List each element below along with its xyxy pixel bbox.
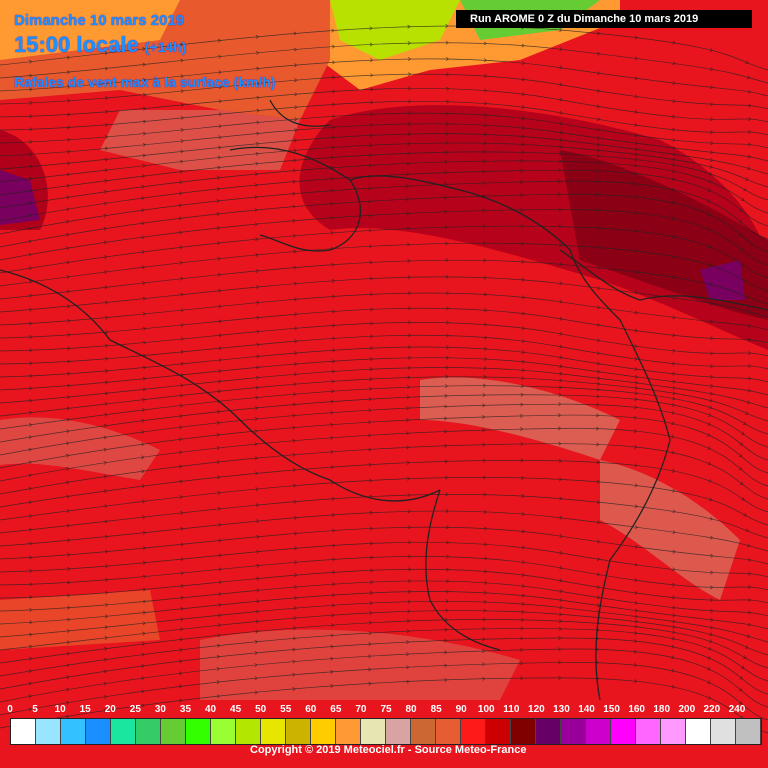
parameter-title: Rafales de vent max à la surface (km/h) — [14, 74, 276, 90]
legend-label: 55 — [280, 704, 292, 715]
forecast-time-value: 15:00 locale — [14, 32, 139, 57]
legend-label: 5 — [32, 704, 38, 715]
legend-label: 85 — [430, 704, 442, 715]
legend-label: 65 — [330, 704, 342, 715]
legend-swatch — [36, 719, 61, 744]
legend-label: 0 — [7, 704, 13, 715]
legend-swatch — [311, 719, 336, 744]
legend-label: 75 — [380, 704, 392, 715]
legend-label: 90 — [455, 704, 467, 715]
legend-swatch — [161, 719, 186, 744]
legend-label: 60 — [305, 704, 317, 715]
legend-swatch — [211, 719, 236, 744]
legend-label: 120 — [528, 704, 545, 715]
forecast-date: Dimanche 10 mars 2019 — [14, 12, 185, 29]
legend-swatch — [411, 719, 436, 744]
legend-label: 220 — [703, 704, 721, 715]
legend-label: 40 — [204, 704, 217, 715]
legend-swatch — [261, 719, 286, 744]
legend-label: 100 — [477, 704, 495, 715]
legend-label: 80 — [405, 704, 417, 715]
legend-swatch — [336, 719, 361, 744]
legend-swatch — [611, 719, 636, 744]
legend-label: 20 — [104, 704, 116, 715]
legend-swatch — [486, 719, 511, 744]
legend-swatch — [461, 719, 486, 744]
legend-swatch — [111, 719, 136, 744]
legend-swatch — [386, 719, 411, 744]
legend-swatch — [536, 719, 561, 744]
legend-label: 35 — [179, 704, 192, 715]
forecast-offset: (+14h) — [144, 39, 187, 55]
run-info-banner: Run AROME 0 Z du Dimanche 10 mars 2019 — [456, 10, 752, 28]
field-layer — [0, 0, 768, 768]
legend-swatch — [186, 719, 211, 744]
legend-color-bar — [10, 718, 762, 745]
legend-swatch — [511, 719, 536, 744]
legend-labels: 0 5 10 15 20 25 30 35 40 45 50 55 60 65 70 75 80 85 90 100 1… — [0, 704, 768, 718]
color-legend: 0 5 10 15 20 25 30 35 40 45 50 55 60 65 70 75 80 85 90 100 1… — [0, 704, 768, 768]
legend-label: 240 — [728, 704, 746, 715]
legend-label: 180 — [653, 704, 671, 715]
legend-swatch — [86, 719, 111, 744]
copyright-text: Copyright © 2019 Meteociel.fr - Source M… — [250, 744, 527, 756]
legend-label: 130 — [553, 704, 570, 715]
legend-label: 45 — [230, 704, 242, 715]
forecast-time: 15:00 locale (+14h) — [14, 32, 186, 58]
legend-label: 15 — [79, 704, 91, 715]
legend-label: 150 — [603, 704, 620, 715]
legend-swatch — [736, 719, 761, 744]
legend-label: 70 — [355, 704, 367, 715]
legend-label: 25 — [129, 704, 141, 715]
legend-swatch — [236, 719, 261, 744]
wind-gust-map[interactable] — [0, 0, 768, 768]
legend-swatch — [11, 719, 36, 744]
legend-label: 30 — [154, 704, 166, 715]
legend-label: 110 — [503, 704, 520, 715]
legend-swatch — [61, 719, 86, 744]
legend-swatch — [636, 719, 661, 744]
legend-label: 160 — [628, 704, 645, 715]
legend-swatch — [686, 719, 711, 744]
legend-swatch — [136, 719, 161, 744]
legend-swatch — [361, 719, 386, 744]
legend-swatch — [586, 719, 611, 744]
legend-swatch — [286, 719, 311, 744]
legend-label: 10 — [54, 704, 66, 715]
legend-swatch — [661, 719, 686, 744]
legend-label: 50 — [255, 704, 267, 715]
legend-swatch — [436, 719, 461, 744]
legend-swatch — [561, 719, 586, 744]
legend-label: 140 — [578, 704, 595, 715]
legend-swatch — [711, 719, 736, 744]
legend-label: 200 — [678, 704, 696, 715]
